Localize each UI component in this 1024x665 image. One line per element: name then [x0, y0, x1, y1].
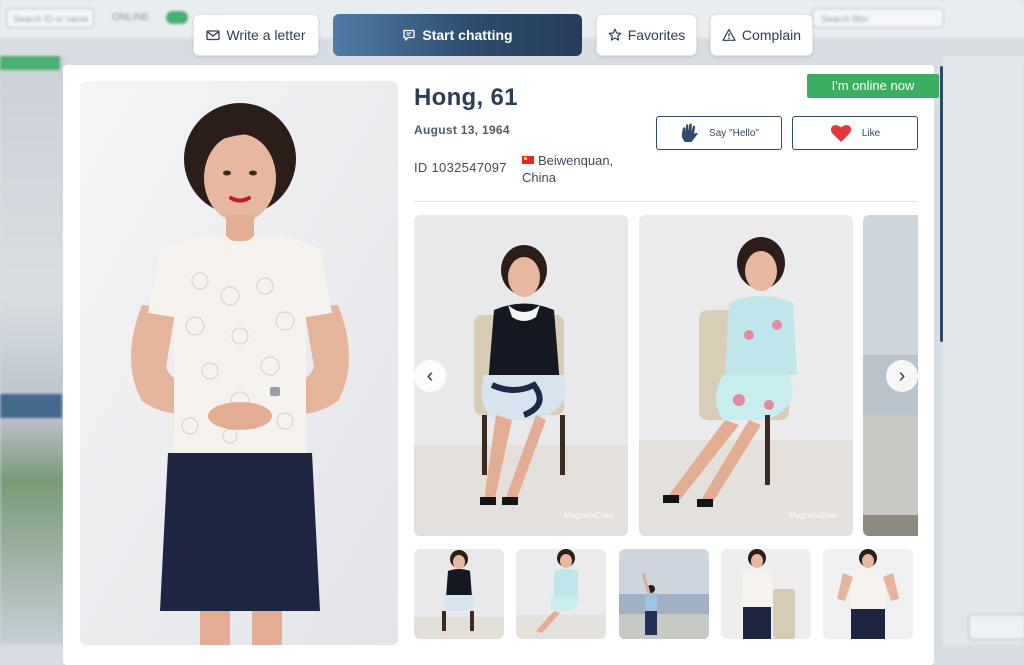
chat-bubble-icon: [403, 29, 416, 41]
background-filter-input: Search filter: [812, 8, 944, 28]
background-online-toggle: [166, 11, 188, 24]
gallery-photo-2[interactable]: MagnoliaDate: [639, 215, 853, 536]
thumbnail-5-image: [823, 549, 913, 639]
star-icon: [608, 28, 622, 41]
start-chatting-button[interactable]: Start chatting: [333, 14, 582, 56]
thumbnail-1-image: [414, 549, 504, 639]
favorites-button[interactable]: Favorites: [596, 14, 697, 56]
favorites-label: Favorites: [627, 27, 686, 43]
main-profile-photo[interactable]: [80, 81, 398, 645]
profile-id: ID 1032547097: [414, 160, 507, 175]
modal-scrollbar[interactable]: [940, 66, 943, 342]
gallery-prev-button[interactable]: ‹: [414, 360, 446, 392]
gallery-watermark: MagnoliaDate: [564, 511, 614, 520]
profile-location: Beiwenquan, China: [522, 153, 614, 185]
background-left-button: [0, 394, 62, 418]
warning-icon: [722, 28, 736, 41]
section-divider: [414, 201, 918, 202]
gallery-photo-2-image: [639, 215, 853, 536]
profile-birth-date: August 13, 1964: [414, 123, 510, 137]
like-button[interactable]: Like: [792, 116, 918, 150]
background-right-button: [968, 614, 1024, 640]
complain-label: Complain: [741, 27, 802, 43]
thumbnail-2[interactable]: [516, 549, 606, 639]
thumbnail-5[interactable]: [823, 549, 913, 639]
gallery-next-button[interactable]: ›: [886, 360, 918, 392]
gallery-photo-1[interactable]: MagnoliaDate: [414, 215, 628, 536]
waving-hand-icon: [681, 123, 698, 142]
envelope-icon: [206, 30, 221, 41]
chevron-right-icon: ›: [898, 364, 906, 387]
write-letter-button[interactable]: Write a letter: [193, 14, 319, 56]
background-left-badge: [0, 56, 60, 70]
background-left-column: [0, 56, 64, 645]
gallery-watermark: MagnoliaDate: [789, 511, 839, 520]
thumbnail-3[interactable]: [619, 549, 709, 639]
say-hello-button[interactable]: Say "Hello": [656, 116, 782, 150]
say-hello-label: Say "Hello": [709, 127, 759, 139]
write-letter-label: Write a letter: [226, 27, 306, 43]
thumbnail-4[interactable]: [721, 549, 811, 639]
background-online-label: ONLINE: [112, 12, 150, 23]
thumbnail-3-image: [619, 549, 709, 639]
like-label: Like: [861, 127, 881, 139]
profile-name-age: Hong, 61: [414, 84, 518, 111]
thumbnail-4-image: [721, 549, 811, 639]
heart-icon: [830, 124, 851, 142]
main-photo-image: [80, 81, 398, 645]
start-chatting-label: Start chatting: [422, 27, 513, 43]
chevron-left-icon: ‹: [426, 364, 434, 387]
thumbnail-2-image: [516, 549, 606, 639]
background-search-input: Search ID or name: [6, 8, 94, 28]
thumbnail-1[interactable]: [414, 549, 504, 639]
gallery-photo-1-image: [414, 215, 628, 536]
background-right-column: [942, 56, 1024, 645]
complain-button[interactable]: Complain: [710, 14, 813, 56]
online-status-badge: I'm online now: [807, 74, 939, 98]
